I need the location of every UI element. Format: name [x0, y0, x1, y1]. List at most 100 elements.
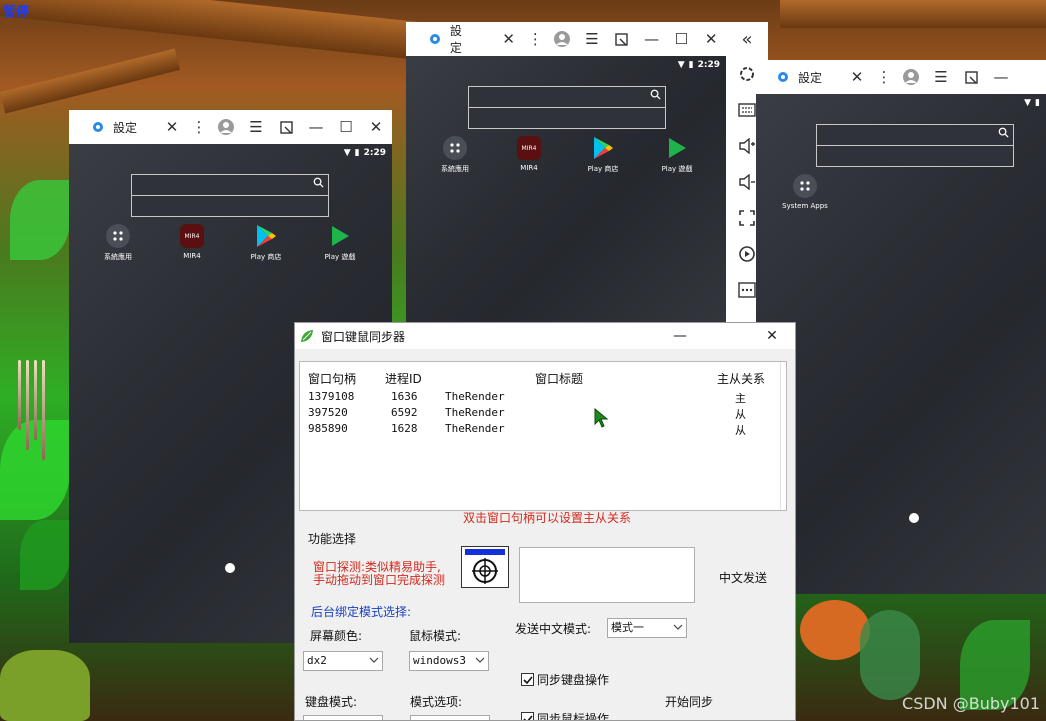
close-icon[interactable]: ✕ [696, 30, 726, 48]
emulator-window-3[interactable]: 設定 ✕ ⋮ ☰ — ▼ ▮ System Apps [756, 60, 1046, 594]
row-handle[interactable]: 985890 [308, 422, 348, 435]
start-sync-button[interactable]: 开始同步 [665, 693, 713, 710]
collapse-double-chevron-icon[interactable]: « [733, 22, 761, 56]
maximize-icon[interactable]: ☐ [331, 118, 361, 136]
avatar[interactable] [547, 30, 577, 48]
column-header-handle[interactable]: 窗口句柄 [308, 370, 356, 387]
column-header-role[interactable]: 主从关系 [717, 370, 765, 387]
more-menu-icon[interactable]: ⋮ [872, 68, 896, 86]
emulator-titlebar[interactable]: 設定 ✕ ⋮ ☰ — ☐ ✕ [69, 110, 392, 144]
search-widget[interactable] [816, 124, 1014, 167]
row-role: 从 [735, 408, 746, 421]
close-tab-icon[interactable]: ✕ [494, 30, 524, 48]
settings-gear-icon [426, 30, 444, 48]
app-play-store[interactable]: Play 商店 [566, 136, 640, 174]
close-tab-icon[interactable]: ✕ [842, 68, 872, 86]
row-class: TheRender [445, 390, 505, 403]
touch-dot [225, 563, 235, 573]
mode-option-label: 模式选项: [410, 695, 463, 709]
window-list[interactable]: 窗口句柄 进程ID 窗口标题 主从关系 1379108 1636 TheRend… [299, 361, 787, 511]
app-play-games[interactable]: Play 遊戲 [640, 136, 714, 174]
row-handle[interactable]: 1379108 [308, 390, 354, 403]
wallpaper-wind-chime [26, 360, 29, 450]
maximize-icon[interactable]: ☐ [666, 30, 696, 48]
hamburger-menu-icon[interactable]: ☰ [241, 118, 271, 136]
avatar[interactable] [896, 68, 926, 86]
app-mir4[interactable]: MIR4 MIR4 [155, 224, 229, 262]
more-menu-icon[interactable]: ⋮ [524, 30, 548, 48]
app-label: System Apps [782, 202, 828, 210]
column-header-title[interactable]: 窗口标题 [535, 370, 583, 387]
app-system-apps[interactable]: System Apps [768, 174, 842, 210]
sync-mouse-checkbox[interactable]: 同步鼠标操作 [521, 710, 610, 721]
close-icon[interactable]: ✕ [361, 118, 391, 136]
list-scrollbar[interactable] [780, 362, 786, 510]
hamburger-menu-icon[interactable]: ☰ [926, 68, 956, 86]
keyboard-mode-select[interactable] [303, 715, 383, 720]
mouse-cursor-icon [594, 408, 608, 428]
wifi-icon: ▼ [677, 60, 685, 70]
app-play-store[interactable]: Play 商店 [229, 224, 303, 262]
search-widget[interactable] [468, 86, 666, 129]
chinese-text-input[interactable] [519, 547, 695, 603]
screen-color-label: 屏幕颜色: [310, 629, 363, 643]
close-button[interactable]: ✕ [749, 323, 795, 349]
app-play-games[interactable]: Play 遊戲 [303, 224, 377, 262]
status-bar: ▼ ▮ [1024, 98, 1040, 108]
screenshot-icon[interactable] [956, 70, 986, 84]
screenshot-icon[interactable] [607, 32, 637, 46]
battery-icon: ▮ [354, 148, 360, 158]
app-mir4[interactable]: MIR4 MIR4 [492, 136, 566, 174]
close-tab-icon[interactable]: ✕ [157, 118, 187, 136]
row-role: 主 [735, 392, 746, 405]
wallpaper-wind-chime [18, 360, 21, 430]
screenshot-icon[interactable] [271, 120, 301, 134]
sync-mouse-label: 同步鼠标操作 [537, 712, 610, 721]
sync-dialog-window[interactable]: 窗口键鼠同步器 — ✕ 窗口句柄 进程ID 窗口标题 主从关系 1379108 … [294, 322, 796, 721]
search-icon[interactable] [650, 89, 661, 100]
app-icons-row: 系統應用 MIR4 MIR4 Play 商店 Play 遊戲 [81, 224, 377, 262]
chinese-send-button[interactable]: 中文发送 [719, 569, 767, 586]
row-role: 从 [735, 424, 746, 437]
column-header-pid[interactable]: 进程ID [385, 370, 422, 387]
emulator-window-2[interactable]: 設定 ✕ ⋮ ☰ — ☐ ✕ ▼ ▮ 2:29 系統應用 MIR4 MIR4 P… [406, 22, 726, 322]
search-icon[interactable] [998, 127, 1009, 138]
search-widget[interactable] [131, 174, 329, 217]
checkbox-box[interactable] [521, 712, 534, 720]
screen-color-select[interactable]: dx2 [303, 651, 383, 671]
emulator-titlebar[interactable]: 設定 ✕ ⋮ ☰ — [756, 60, 1046, 94]
emulator-title: 設定 [113, 120, 138, 135]
app-icons-row: System Apps [768, 174, 842, 210]
minimize-icon[interactable]: — [637, 30, 667, 48]
row-class: TheRender [445, 406, 505, 419]
function-select-label: 功能选择 [308, 532, 357, 546]
clock-text: 2:29 [363, 148, 386, 158]
row-handle[interactable]: 397520 [308, 406, 348, 419]
system-apps-icon [443, 136, 467, 160]
sync-keyboard-checkbox[interactable]: 同步键盘操作 [521, 671, 609, 688]
send-mode-label: 发送中文模式: [515, 622, 592, 636]
emulator-screen[interactable]: ▼ ▮ System Apps [756, 94, 1046, 594]
emulator-title: 設定 [449, 24, 462, 55]
search-icon[interactable] [313, 177, 324, 188]
more-menu-icon[interactable]: ⋮ [187, 118, 211, 136]
mouse-mode-select[interactable]: windows3 [409, 651, 489, 671]
emulator-titlebar[interactable]: 設定 ✕ ⋮ ☰ — ☐ ✕ [406, 22, 726, 56]
app-label: Play 遊戲 [324, 253, 356, 261]
minimize-icon[interactable]: — [986, 68, 1016, 86]
minimize-icon[interactable]: — [301, 118, 331, 136]
emulator-screen[interactable]: ▼ ▮ 2:29 系統應用 MIR4 MIR4 Play 商店 Play 遊戲 [406, 56, 726, 322]
window-finder-target[interactable] [461, 546, 509, 588]
app-system-apps[interactable]: 系統應用 [81, 224, 155, 262]
avatar[interactable] [211, 118, 241, 136]
send-mode-select[interactable]: 模式一 [607, 618, 687, 638]
dialog-titlebar[interactable]: 窗口键鼠同步器 [295, 323, 795, 349]
play-store-icon [254, 224, 278, 248]
checkbox-box[interactable] [521, 673, 534, 686]
app-label: 系統應用 [104, 253, 132, 261]
hamburger-menu-icon[interactable]: ☰ [577, 30, 607, 48]
mode-option-select[interactable] [410, 715, 490, 720]
wallpaper-wind-chime [34, 360, 37, 440]
minimize-button[interactable]: — [657, 323, 703, 349]
app-system-apps[interactable]: 系統應用 [418, 136, 492, 174]
